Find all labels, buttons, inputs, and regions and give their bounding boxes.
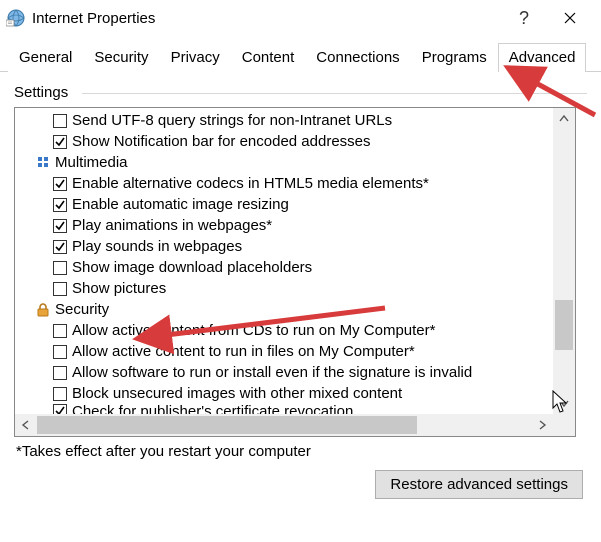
category-label: Security [55,301,109,318]
checkbox-icon[interactable] [53,366,67,380]
setting-checkbox[interactable]: Show pictures [21,278,551,299]
checkbox-icon[interactable] [53,282,67,296]
setting-checkbox[interactable]: Allow active content from CDs to run on … [21,320,551,341]
window-title: Internet Properties [32,10,501,27]
tab-advanced[interactable]: Advanced [498,43,587,72]
checkbox-icon[interactable] [53,198,67,212]
horizontal-scrollbar[interactable] [15,414,553,436]
setting-checkbox[interactable]: Send UTF-8 query strings for non-Intrane… [21,110,551,131]
restore-advanced-settings-button[interactable]: Restore advanced settings [375,470,583,499]
scroll-left-icon[interactable] [15,414,37,436]
setting-label: Allow active content from CDs to run on … [72,322,435,339]
vertical-scrollbar[interactable] [553,108,575,414]
security-icon [35,302,51,318]
help-button[interactable]: ? [501,3,547,33]
close-button[interactable] [547,3,593,33]
tab-security[interactable]: Security [83,43,159,72]
setting-label: Enable automatic image resizing [72,196,289,213]
setting-label: Show image download placeholders [72,259,312,276]
setting-checkbox[interactable]: Allow software to run or install even if… [21,362,551,383]
setting-label: Allow software to run or install even if… [72,364,472,381]
tab-general[interactable]: General [8,43,83,72]
settings-listbox: Send UTF-8 query strings for non-Intrane… [14,107,576,437]
horizontal-scroll-thumb[interactable] [37,416,417,434]
checkbox-icon[interactable] [53,177,67,191]
tab-strip: General Security Privacy Content Connect… [0,36,601,72]
setting-label: Check for publisher's certificate revoca… [72,404,353,414]
setting-checkbox[interactable]: Check for publisher's certificate revoca… [21,404,551,414]
checkbox-icon[interactable] [53,261,67,275]
multimedia-icon [35,155,51,171]
setting-label: Block unsecured images with other mixed … [72,385,402,402]
setting-checkbox[interactable]: Show image download placeholders [21,257,551,278]
tab-privacy[interactable]: Privacy [160,43,231,72]
checkbox-icon[interactable] [53,135,67,149]
vertical-scroll-track[interactable] [553,130,575,392]
tab-content[interactable]: Content [231,43,306,72]
setting-checkbox[interactable]: Play animations in webpages* [21,215,551,236]
setting-label: Send UTF-8 query strings for non-Intrane… [72,112,392,129]
setting-label: Show Notification bar for encoded addres… [72,133,371,150]
setting-checkbox[interactable]: Play sounds in webpages [21,236,551,257]
setting-checkbox[interactable]: Block unsecured images with other mixed … [21,383,551,404]
checkbox-icon[interactable] [53,114,67,128]
tab-connections[interactable]: Connections [305,43,410,72]
scroll-right-icon[interactable] [531,414,553,436]
setting-label: Play sounds in webpages [72,238,242,255]
checkbox-icon[interactable] [53,345,67,359]
scroll-corner [553,414,575,436]
setting-checkbox[interactable]: Allow active content to run in files on … [21,341,551,362]
scroll-up-icon[interactable] [553,108,575,130]
horizontal-scroll-track[interactable] [37,414,531,436]
checkbox-icon[interactable] [53,240,67,254]
setting-checkbox[interactable]: Show Notification bar for encoded addres… [21,131,551,152]
vertical-scroll-thumb[interactable] [555,300,573,350]
tab-programs[interactable]: Programs [411,43,498,72]
category-multimedia: Multimedia [21,152,551,173]
scroll-down-icon[interactable] [553,392,575,414]
checkbox-icon[interactable] [53,219,67,233]
setting-label: Allow active content to run in files on … [72,343,415,360]
settings-group-label: Settings [14,84,587,101]
checkbox-icon[interactable] [53,324,67,338]
internet-options-icon [6,8,26,28]
setting-label: Enable alternative codecs in HTML5 media… [72,175,429,192]
checkbox-icon[interactable] [53,387,67,401]
setting-label: Play animations in webpages* [72,217,272,234]
setting-checkbox[interactable]: Enable automatic image resizing [21,194,551,215]
category-label: Multimedia [55,154,128,171]
setting-checkbox[interactable]: Enable alternative codecs in HTML5 media… [21,173,551,194]
restart-footnote: *Takes effect after you restart your com… [16,443,587,460]
setting-label: Show pictures [72,280,166,297]
category-security: Security [21,299,551,320]
checkbox-icon[interactable] [53,404,67,414]
